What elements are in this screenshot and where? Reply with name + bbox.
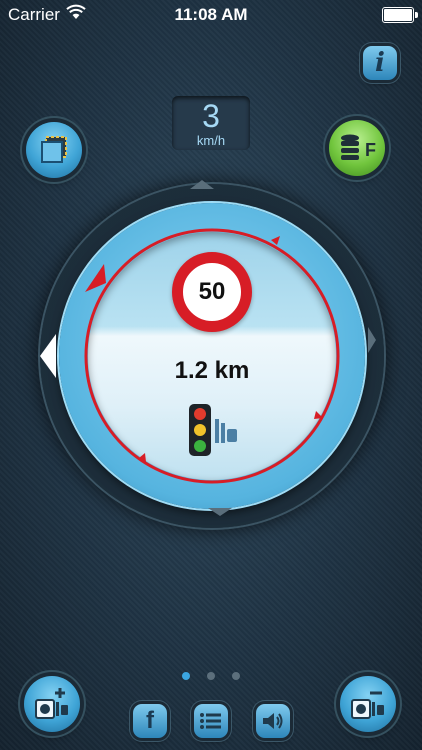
ring-tick <box>271 236 280 245</box>
list-button[interactable] <box>194 704 228 738</box>
list-icon <box>200 713 221 729</box>
pan-down-arrow[interactable] <box>208 508 232 516</box>
speaker-icon <box>263 713 283 729</box>
add-camera-button[interactable] <box>24 676 80 732</box>
camera-add-icon <box>35 688 68 719</box>
remove-camera-button[interactable] <box>340 676 396 732</box>
facebook-button[interactable]: f <box>133 704 167 738</box>
page-indicator-dot[interactable] <box>232 672 240 680</box>
traffic-light-icon <box>189 404 237 456</box>
pan-right-arrow[interactable] <box>368 327 376 353</box>
speed-limit-value: 50 <box>198 278 226 305</box>
page-indicator-dot[interactable] <box>182 672 190 680</box>
heading-marker <box>40 334 56 378</box>
camera-remove-icon <box>351 691 384 719</box>
proximity-ring-pointer <box>85 264 106 292</box>
facebook-icon: f <box>146 707 154 734</box>
distance-label: 1.2 km <box>174 357 250 384</box>
speed-limit-sign: 50 <box>172 252 252 332</box>
page-indicator-dot[interactable] <box>207 672 215 680</box>
sound-button[interactable] <box>256 704 290 738</box>
pan-up-arrow[interactable] <box>190 180 214 189</box>
